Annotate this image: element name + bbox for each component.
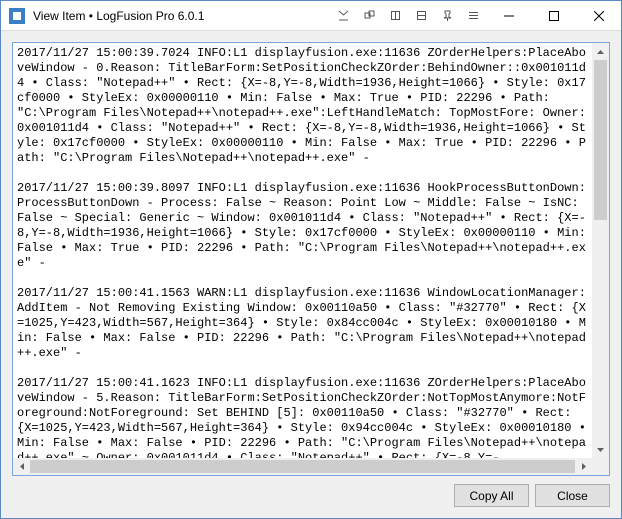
scroll-down-icon[interactable]	[592, 441, 609, 458]
tb-btn-4[interactable]	[408, 1, 434, 30]
scroll-thumb-horizontal[interactable]	[30, 460, 575, 473]
titlebar-system-buttons	[486, 1, 621, 30]
scroll-right-icon[interactable]	[575, 458, 592, 475]
scroll-thumb-vertical[interactable]	[594, 60, 607, 220]
close-window-button[interactable]	[576, 1, 621, 30]
window-title: View Item • LogFusion Pro 6.0.1	[33, 9, 204, 23]
scroll-up-icon[interactable]	[592, 43, 609, 60]
tb-btn-2[interactable]	[356, 1, 382, 30]
scrollbar-corner	[592, 458, 609, 475]
close-button[interactable]: Close	[535, 484, 610, 507]
window-frame: View Item • LogFusion Pro 6.0.1	[0, 0, 622, 519]
maximize-button[interactable]	[531, 1, 576, 30]
titlebar[interactable]: View Item • LogFusion Pro 6.0.1	[1, 1, 621, 31]
scroll-track-horizontal[interactable]	[30, 458, 575, 475]
tb-btn-3[interactable]	[382, 1, 408, 30]
tb-btn-menu[interactable]	[460, 1, 486, 30]
minimize-button[interactable]	[486, 1, 531, 30]
log-textarea[interactable]: 2017/11/27 15:00:39.7024 INFO:L1 display…	[13, 43, 592, 458]
button-row: Copy All Close	[12, 476, 610, 507]
app-icon	[9, 8, 25, 24]
log-textarea-wrap: 2017/11/27 15:00:39.7024 INFO:L1 display…	[12, 42, 610, 476]
scroll-track-vertical[interactable]	[592, 60, 609, 441]
client-area: 2017/11/27 15:00:39.7024 INFO:L1 display…	[1, 31, 621, 518]
horizontal-scrollbar[interactable]	[13, 458, 592, 475]
titlebar-custom-buttons	[330, 1, 486, 30]
tb-btn-1[interactable]	[330, 1, 356, 30]
copy-all-button[interactable]: Copy All	[454, 484, 529, 507]
tb-btn-pin[interactable]	[434, 1, 460, 30]
scroll-left-icon[interactable]	[13, 458, 30, 475]
vertical-scrollbar[interactable]	[592, 43, 609, 458]
